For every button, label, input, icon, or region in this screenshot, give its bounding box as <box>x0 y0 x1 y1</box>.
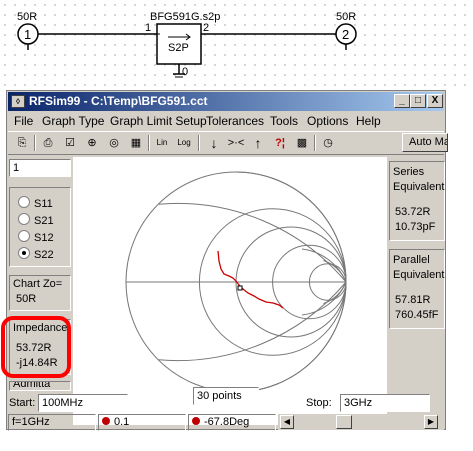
port1-number: 1 <box>24 27 32 42</box>
schematic-drawing <box>17 23 357 78</box>
arrow-up-icon[interactable]: ↑ <box>248 134 268 152</box>
marker-icon[interactable]: >·< <box>226 134 246 152</box>
parallel-equivalent-label: Equivalent <box>393 269 445 281</box>
radio-dot <box>18 196 30 208</box>
minimize-button[interactable]: _ <box>394 94 410 108</box>
marker-point <box>237 285 243 291</box>
clock-icon[interactable]: ◷ <box>318 134 338 152</box>
smith-x-arc <box>301 281 347 316</box>
pin2-label: 2 <box>203 22 210 34</box>
graph-icon[interactable]: ☑ <box>60 134 80 152</box>
status-magnitude: 0.1 <box>98 414 186 431</box>
scroll-left-arrow-icon[interactable]: ◀ <box>280 415 294 429</box>
radio-dot <box>18 230 30 242</box>
admittance-label: Admitta <box>13 381 51 390</box>
admittance-panel: Admitta <box>9 381 71 391</box>
toolbar-separator <box>34 135 36 151</box>
radio-s22[interactable]: S22 <box>18 247 54 261</box>
port2-number: 2 <box>342 27 350 42</box>
help-icon[interactable]: ?¦ <box>270 134 290 152</box>
pin0-label: 0 <box>182 66 189 78</box>
smith-x-arc <box>301 248 347 283</box>
toolbar-separator <box>314 135 316 151</box>
s22-trace <box>217 250 284 309</box>
pin1-label: 1 <box>145 22 152 34</box>
menu-help[interactable]: Help <box>356 114 381 128</box>
schematic-canvas[interactable]: 50R 1 50R 2 BFG591G.s2p 1 2 S2P 0 <box>0 0 473 88</box>
index-field[interactable]: 1 <box>9 159 71 177</box>
toolbar-separator <box>148 135 150 151</box>
copy-icon[interactable]: ⎘ <box>12 134 32 152</box>
linear-scale-button[interactable]: Lin <box>152 134 172 152</box>
horizontal-scrollbar[interactable]: ◀ ▶ <box>278 414 444 430</box>
status-frequency: f=1GHz <box>8 414 96 431</box>
status-angle: -67.8Deg <box>188 414 276 431</box>
radio-s12[interactable]: S12 <box>18 230 54 244</box>
component-name: BFG591G.s2p <box>150 11 221 23</box>
scroll-right-arrow-icon[interactable]: ▶ <box>424 415 438 429</box>
smith-chart-svg <box>125 171 347 393</box>
chart-zo-panel: Chart Zo= 50R <box>9 275 71 311</box>
toolbar: ⎘ ⎙ ☑ ⊕ ◎ ▦ Lin Log ↓ >·< ↑ ?¦ ▩ ◷ Auto … <box>8 131 448 155</box>
radio-s21[interactable]: S21 <box>18 213 54 227</box>
angle-indicator-icon <box>192 417 200 425</box>
radio-s11[interactable]: S11 <box>18 196 53 210</box>
arrow-down-icon[interactable]: ↓ <box>204 134 224 152</box>
start-label: Start: <box>9 397 36 409</box>
smith-chart[interactable] <box>73 157 387 425</box>
menu-file[interactable]: File <box>14 114 33 128</box>
table-icon[interactable]: ▦ <box>126 134 146 152</box>
maximize-button[interactable]: □ <box>410 94 426 108</box>
series-capacitance: 10.73pF <box>395 221 436 233</box>
menu-tolerances[interactable]: Tolerances <box>206 114 264 128</box>
menu-options[interactable]: Options <box>307 114 348 128</box>
window-title: RFSim99 - C:\Temp\BFG591.cct <box>29 94 208 108</box>
port1-label: 50R <box>17 11 38 23</box>
series-resistance: 53.72R <box>395 206 431 218</box>
rfsim-window: ◊ RFSim99 - C:\Temp\BFG591.cct _ □ X Fil… <box>6 90 448 431</box>
radio-dot-selected <box>18 247 30 259</box>
menu-bar: File Graph Type Graph Limit Setup Tolera… <box>8 112 444 130</box>
parallel-equivalent-panel: Parallel Equivalent 57.81R 760.45fF <box>389 249 445 329</box>
stop-label: Stop: <box>306 397 332 409</box>
print-icon[interactable]: ⎙ <box>38 134 58 152</box>
series-equivalent-panel: Series Equivalent 53.72R 10.73pF <box>389 161 445 241</box>
menu-graph-type[interactable]: Graph Type <box>42 114 104 128</box>
chart-zo-value: 50R <box>16 293 37 305</box>
stop-frequency-field[interactable]: 3GHz <box>340 394 430 412</box>
log-scale-button[interactable]: Log <box>174 134 194 152</box>
scroll-thumb[interactable] <box>336 415 352 429</box>
toolbar-separator <box>198 135 200 151</box>
magnitude-indicator-icon <box>102 417 110 425</box>
title-bar[interactable]: ◊ RFSim99 - C:\Temp\BFG591.cct _ □ X <box>8 92 444 111</box>
series-equivalent-label: Equivalent <box>393 181 445 193</box>
chart-zo-label: Chart Zo= <box>13 278 63 290</box>
component-text: S2P <box>168 42 189 54</box>
radio-dot <box>18 213 30 225</box>
close-button[interactable]: X <box>427 94 443 108</box>
parallel-resistance: 57.81R <box>395 294 431 306</box>
series-label: Series <box>393 166 425 178</box>
app-icon[interactable]: ◊ <box>11 95 25 108</box>
port2-label: 50R <box>336 11 357 23</box>
menu-tools[interactable]: Tools <box>270 114 298 128</box>
impedance-highlight <box>1 316 71 378</box>
parallel-capacitance: 760.45fF <box>395 309 439 321</box>
smith-chart-icon[interactable]: ⊕ <box>82 134 102 152</box>
polar-chart-icon[interactable]: ◎ <box>104 134 124 152</box>
parallel-label: Parallel <box>393 254 430 266</box>
points-field[interactable]: 30 points <box>193 387 259 405</box>
pattern-icon[interactable]: ▩ <box>292 134 312 152</box>
auto-match-button[interactable]: Auto Mat <box>402 133 448 152</box>
parameter-group: S11 S21 S12 S22 <box>9 187 71 267</box>
menu-graph-limit-setup[interactable]: Graph Limit Setup <box>110 114 207 128</box>
start-frequency-field[interactable]: 100MHz <box>38 394 128 412</box>
